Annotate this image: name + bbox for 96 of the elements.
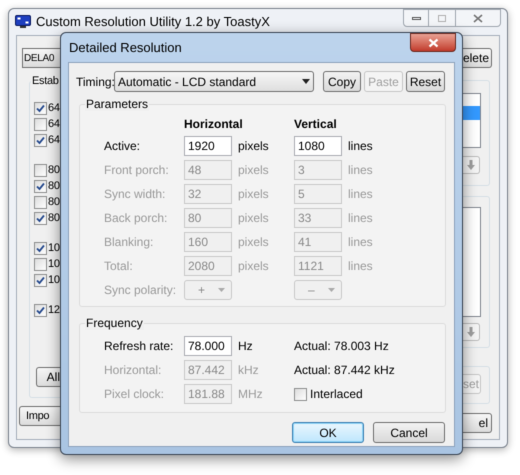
vertical-field[interactable]: 33: [294, 208, 342, 228]
polarity-dropdown[interactable]: –: [294, 280, 342, 300]
mode-label: 80: [48, 179, 60, 193]
mode-label: 10: [48, 257, 60, 271]
unit-label: pixels: [238, 186, 270, 203]
parameter-label: Back porch:: [104, 210, 168, 227]
unit-label: pixels: [238, 210, 270, 227]
vertical-field[interactable]: 5: [294, 184, 342, 204]
vertical-field[interactable]: 41: [294, 232, 342, 252]
mode-checkbox[interactable]: [34, 180, 47, 192]
group-label: Frequency: [85, 316, 144, 330]
horizontal-field[interactable]: 32: [184, 184, 232, 204]
unit-label: lines: [348, 234, 373, 251]
cancel-button[interactable]: Cancel: [373, 422, 445, 443]
partial-button[interactable]: el: [461, 413, 492, 433]
close-icon: [428, 38, 438, 48]
import-button[interactable]: Impo: [19, 406, 60, 426]
timing-dropdown[interactable]: Automatic - LCD standard: [114, 71, 314, 92]
caret-icon: [302, 79, 310, 84]
horizontal-field[interactable]: 1920: [184, 136, 232, 156]
unit-label: lines: [348, 210, 373, 227]
window-title: Custom Resolution Utility 1.2 by ToastyX: [36, 13, 270, 32]
frequency-field[interactable]: 87.442: [184, 360, 232, 380]
frequency-label: Pixel clock:: [104, 386, 166, 403]
mode-label: 64: [48, 133, 60, 147]
unit-label: Hz: [238, 338, 254, 355]
group-label: Parameters: [85, 97, 150, 111]
vertical-field[interactable]: 1121: [294, 256, 342, 276]
parameter-label: Total:: [104, 258, 134, 275]
caret-icon: [328, 288, 335, 292]
frequency-field[interactable]: 78.000: [184, 336, 232, 356]
mode-checkbox[interactable]: [34, 118, 47, 130]
parameter-label: Active:: [104, 138, 142, 155]
unit-label: kHz: [238, 362, 260, 379]
mode-checkbox[interactable]: [34, 134, 47, 146]
timing-label: Timing:: [76, 74, 114, 90]
delete-button[interactable]: elete: [461, 48, 492, 68]
mode-label: 64: [48, 101, 60, 115]
parameter-label: Blanking:: [104, 234, 154, 251]
unit-label: pixels: [238, 162, 270, 179]
horizontal-field[interactable]: 2080: [184, 256, 232, 276]
mode-checkbox[interactable]: [34, 196, 47, 208]
actual-value: Actual: 87.442 kHz: [294, 362, 395, 379]
frequency-field[interactable]: 181.88: [184, 384, 232, 404]
horizontal-field[interactable]: 80: [184, 208, 232, 228]
mode-checkbox[interactable]: [34, 304, 47, 316]
device-button[interactable]: DELA0: [22, 48, 60, 68]
unit-label: pixels: [238, 234, 270, 251]
ok-button[interactable]: OK: [292, 422, 364, 443]
mode-checkbox[interactable]: [34, 242, 47, 254]
unit-label: lines: [348, 138, 373, 155]
horizontal-field[interactable]: 160: [184, 232, 232, 252]
down-arrow-icon: [467, 160, 475, 170]
mode-label: 10: [48, 241, 60, 255]
down-arrow-icon: [467, 327, 475, 337]
frequency-label: Refresh rate:: [104, 338, 174, 355]
close-icon: [473, 14, 483, 22]
mode-checkbox[interactable]: [34, 274, 47, 286]
polarity-dropdown[interactable]: +: [184, 280, 232, 300]
minimize-button[interactable]: [403, 9, 429, 27]
mode-label: 10: [48, 273, 60, 287]
actual-value: Actual: 78.003 Hz: [294, 338, 389, 355]
parameter-label: Front porch:: [104, 162, 170, 179]
all-button[interactable]: All: [36, 367, 60, 387]
mode-checkbox[interactable]: [34, 258, 47, 270]
unit-label: MHz: [238, 386, 264, 403]
interlaced-checkbox[interactable]: [294, 388, 307, 400]
mode-checkbox[interactable]: [34, 164, 47, 176]
checkbox-label: Interlaced: [310, 386, 363, 403]
mode-label: 80: [48, 195, 60, 209]
horizontal-field[interactable]: 48: [184, 160, 232, 180]
mode-label: 12: [48, 303, 60, 317]
unit-label: pixels: [238, 138, 270, 155]
column-header: Vertical: [294, 116, 337, 133]
parameter-label: Sync polarity:: [104, 282, 178, 299]
dialog-title: Detailed Resolution: [69, 38, 182, 57]
partial-button[interactable]: set: [461, 374, 481, 394]
unit-label: lines: [348, 258, 373, 275]
unit-label: lines: [348, 162, 373, 179]
vertical-field[interactable]: 3: [294, 160, 342, 180]
vertical-field[interactable]: 1080: [294, 136, 342, 156]
mode-label: 80: [48, 211, 60, 225]
column-header: Horizontal: [184, 116, 244, 133]
monitor-icon: [15, 15, 31, 29]
dialog-button[interactable]: Reset: [406, 71, 445, 92]
unit-label: lines: [348, 186, 373, 203]
dialog-button[interactable]: Copy: [323, 71, 361, 92]
mode-label: 80: [48, 163, 60, 177]
unit-label: pixels: [238, 258, 270, 275]
mode-label: 64: [48, 117, 60, 131]
close-button[interactable]: [410, 33, 456, 52]
caret-icon: [218, 288, 225, 292]
frequency-label: Horizontal:: [104, 362, 162, 379]
mode-checkbox[interactable]: [34, 102, 47, 114]
parameter-label: Sync width:: [104, 186, 166, 203]
mode-checkbox[interactable]: [34, 212, 47, 224]
